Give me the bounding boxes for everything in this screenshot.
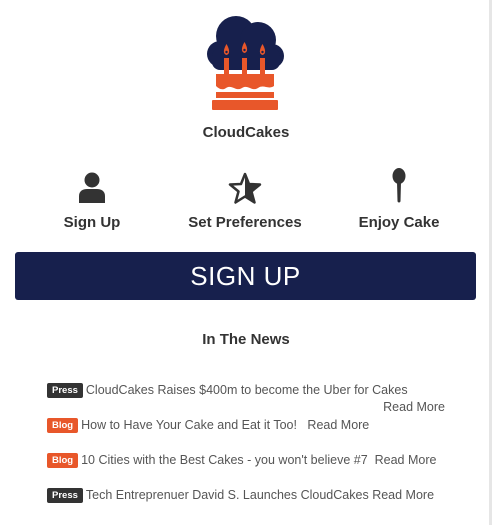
- blog-tag: Blog: [47, 418, 79, 433]
- press-tag: Press: [47, 383, 83, 398]
- news-headline[interactable]: CloudCakes Raises $400m to become the Ub…: [86, 383, 408, 397]
- step-label: Set Preferences: [188, 214, 302, 231]
- news-list: Press CloudCakes Raises $400m to become t…: [47, 382, 447, 504]
- news-item: Blog How to Have Your Cake and Eat it Too…: [47, 417, 447, 452]
- news-item: Press Tech Entreprenuer David S. Launches…: [47, 487, 447, 504]
- read-more-link[interactable]: Read More: [372, 488, 434, 502]
- blog-tag: Blog: [47, 453, 79, 468]
- news-headline[interactable]: 10 Cities with the Best Cakes - you won'…: [81, 453, 368, 467]
- step-enjoy-cake: Enjoy Cake: [324, 160, 474, 231]
- news-section-title: In The News: [202, 331, 290, 348]
- brand-name: CloudCakes: [202, 124, 290, 141]
- step-label: Enjoy Cake: [358, 214, 440, 231]
- news-headline[interactable]: Tech Entreprenuer David S. Launches Clou…: [86, 488, 369, 502]
- news-item: Blog 10 Cities with the Best Cakes - you …: [47, 452, 447, 487]
- news-headline[interactable]: How to Have Your Cake and Eat it Too!: [81, 418, 297, 432]
- user-icon: [17, 160, 167, 204]
- star-icon: [170, 160, 320, 204]
- step-set-preferences: Set Preferences: [170, 160, 320, 231]
- read-more-link[interactable]: Read More: [307, 418, 369, 432]
- step-sign-up: Sign Up: [17, 160, 167, 231]
- step-label: Sign Up: [63, 214, 121, 231]
- cloudcakes-logo: [206, 14, 284, 114]
- press-tag: Press: [47, 488, 83, 503]
- spoon-icon: [324, 160, 474, 204]
- news-item: Press CloudCakes Raises $400m to become t…: [47, 382, 447, 417]
- read-more-link[interactable]: Read More: [47, 399, 447, 416]
- read-more-link[interactable]: Read More: [375, 453, 437, 467]
- sign-up-button[interactable]: SIGN UP: [15, 252, 476, 300]
